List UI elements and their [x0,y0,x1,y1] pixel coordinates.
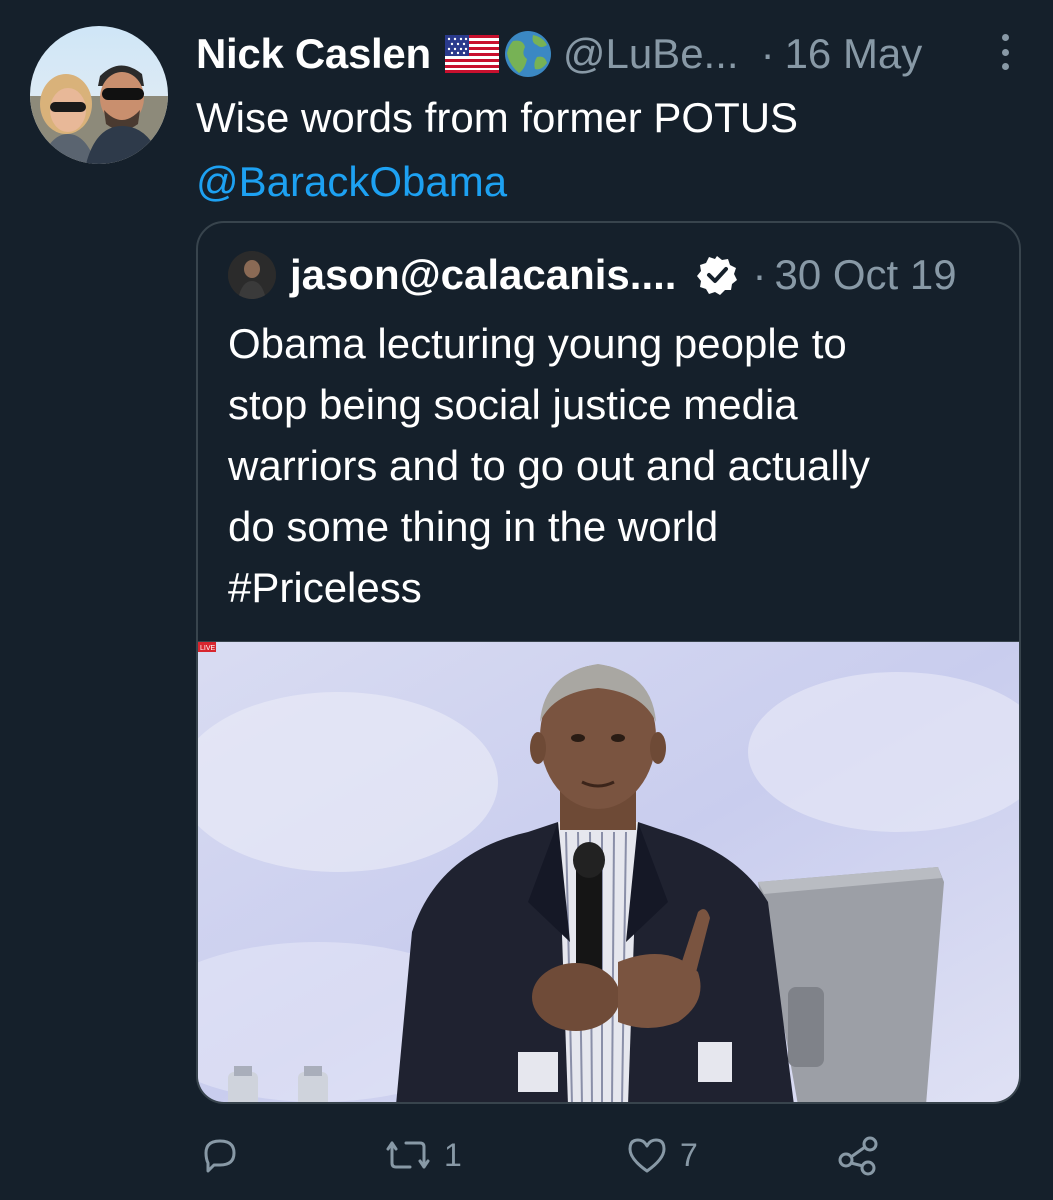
retweet-icon [386,1141,430,1169]
mention-link[interactable]: @BarackObama [196,150,1016,214]
like-count: 7 [680,1136,698,1173]
author-avatar[interactable] [30,26,168,164]
author-handle[interactable]: @LuBe... [563,30,739,78]
live-badge: LIVE [200,645,216,652]
quoted-author-avatar [228,251,276,299]
quoted-tweet-card[interactable]: jason@calacanis.... · 30 Oct 19 Obama le… [196,221,1021,1104]
share-icon [838,1136,878,1176]
tweet[interactable]: Nick Caslen @LuBe... · 16 May Wise words… [0,0,1053,1200]
quoted-text-line: stop being social justice media [228,381,798,428]
quoted-tweet-header: jason@calacanis.... · 30 Oct 19 [228,249,999,301]
quoted-tweet-text: Obama lecturing young people to stop bei… [228,313,988,618]
heart-icon [628,1138,666,1173]
author-display-name[interactable]: Nick Caslen [196,30,431,78]
quoted-author-name: jason@calacanis.... [290,251,677,298]
header-separator: · [760,30,775,77]
like-button[interactable]: 7 [626,1130,698,1180]
globe-icon [503,29,553,79]
retweet-count: 1 [444,1136,462,1173]
quoted-text-line: Obama lecturing young people to [228,320,847,367]
quoted-text-line: do some thing in the world [228,503,719,550]
quoted-text-line: warriors and to go out and actually [228,442,871,489]
more-options-icon[interactable] [997,34,1013,70]
tweet-text-line: Wise words from former POTUS [196,94,799,141]
verified-badge-icon [696,254,738,296]
tweet-timestamp[interactable]: 16 May [785,30,923,78]
tweet-header: Nick Caslen @LuBe... · 16 May [196,28,1013,80]
retweet-button[interactable]: 1 [384,1130,462,1180]
share-button[interactable] [836,1130,880,1180]
quoted-tweet-timestamp: 30 Oct 19 [774,251,957,298]
hashtag-link: #Priceless [228,564,422,611]
tweet-action-bar: 1 7 [196,1130,896,1180]
tweet-text: Wise words from former POTUS @BarackObam… [196,86,1016,214]
quoted-header-separator: · [752,251,767,298]
reply-icon [204,1139,236,1173]
quoted-tweet-video-thumbnail[interactable]: LIVE [198,641,1019,1102]
reply-button[interactable] [200,1130,240,1180]
us-flag-icon [444,35,499,73]
